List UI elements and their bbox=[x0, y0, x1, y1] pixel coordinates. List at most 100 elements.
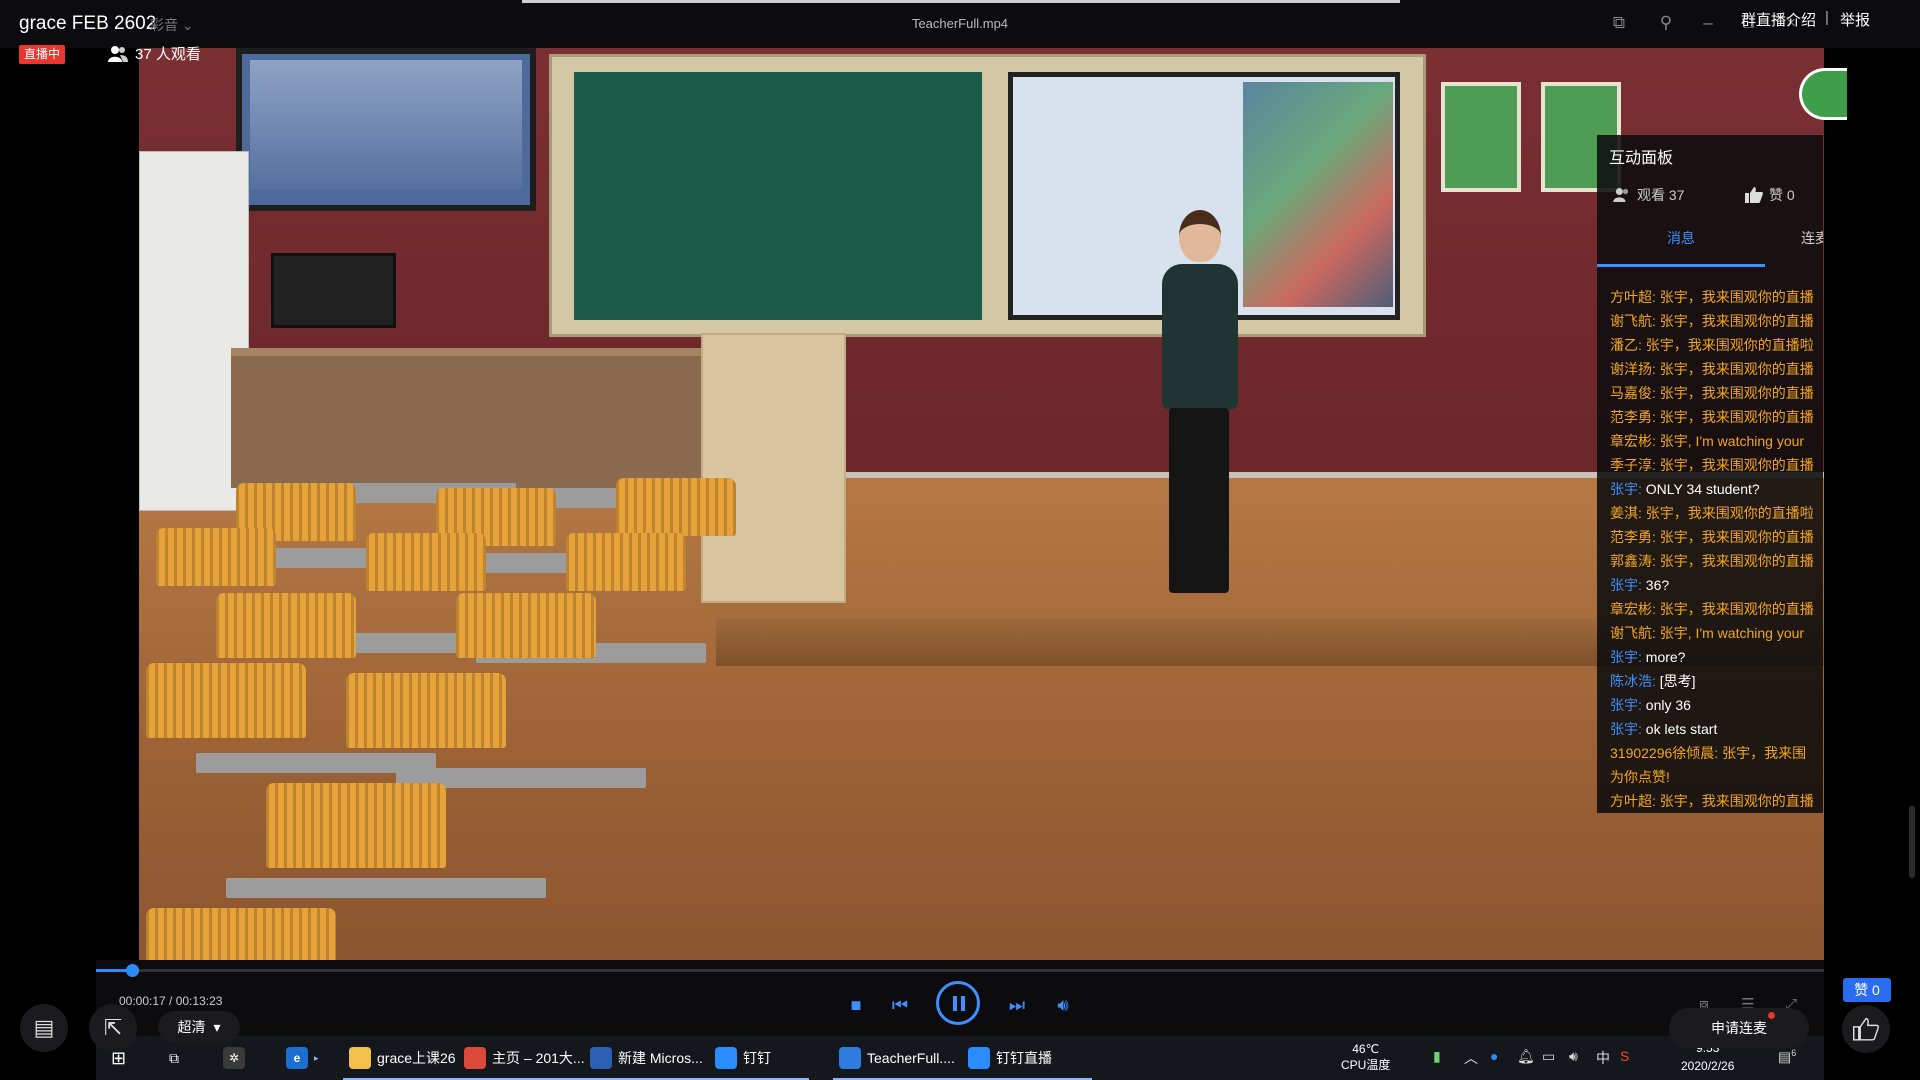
message-author: 季子淳: bbox=[1610, 457, 1656, 473]
action-center-icon[interactable]: ▤6 bbox=[1778, 1048, 1796, 1066]
taskbar-app-label: 钉钉直播 bbox=[996, 1050, 1052, 1066]
message-text: 张宇，我来围观你的直播 bbox=[1659, 793, 1814, 809]
message-text: 张宇，我来围观你的直播 bbox=[1659, 457, 1814, 473]
message-text: 张宇，我来围 bbox=[1722, 745, 1807, 761]
like-count-badge: 赞 0 bbox=[1843, 978, 1891, 1002]
message-text: ONLY 34 student? bbox=[1645, 481, 1760, 497]
sogou-icon[interactable]: S bbox=[1620, 1048, 1629, 1064]
video-left-edge bbox=[96, 48, 139, 972]
seek-bar[interactable] bbox=[96, 969, 1824, 972]
thumbs-up-icon bbox=[1745, 187, 1763, 203]
network-icon[interactable]: ▭ bbox=[1542, 1048, 1555, 1065]
message-text: more? bbox=[1645, 649, 1686, 665]
message-author: 郭鑫涛: bbox=[1610, 553, 1656, 569]
student-table bbox=[226, 878, 546, 898]
notification-count: 6 bbox=[1791, 1048, 1797, 1058]
message-author: 潘乙: bbox=[1610, 337, 1642, 353]
message-text: only 36 bbox=[1645, 697, 1691, 713]
student-chair bbox=[566, 533, 686, 591]
message-text: 张宇，我来围观你的直播 bbox=[1659, 409, 1814, 425]
window-title-strip bbox=[522, 0, 1400, 3]
chat-message: 谢飞航: 张宇，我来围观你的直播 bbox=[1610, 309, 1823, 333]
tray-expand-icon[interactable]: ︿ bbox=[1464, 1048, 1478, 1068]
group-logo-icon[interactable] bbox=[1799, 68, 1847, 120]
next-icon[interactable]: ⏭ bbox=[1006, 994, 1028, 1016]
ime-indicator[interactable]: 中 bbox=[1596, 1048, 1610, 1068]
chat-message: 张宇: ONLY 34 student? bbox=[1610, 477, 1823, 501]
dingtalk-live-icon bbox=[968, 1047, 990, 1069]
folder-icon bbox=[349, 1047, 371, 1069]
minimize-icon[interactable]: – bbox=[1697, 12, 1719, 34]
expand-icon: ▸ bbox=[314, 1052, 319, 1063]
dingtalk-tray-icon[interactable]: ● bbox=[1490, 1048, 1498, 1064]
previous-icon[interactable]: ⏮ bbox=[889, 994, 911, 1016]
cpu-temp-label: CPU温度 bbox=[1341, 1058, 1391, 1072]
student-chair bbox=[366, 533, 486, 591]
green-board bbox=[574, 72, 982, 320]
teacher-body bbox=[1162, 264, 1238, 409]
message-text: 张宇，我来围观你的直播啦 bbox=[1645, 337, 1814, 353]
viewer-count-text: 37 人观看 bbox=[135, 46, 201, 63]
teacher-head bbox=[1179, 210, 1221, 262]
live-badge: 直播中 bbox=[19, 45, 65, 64]
interaction-panel: 互动面板 观看 37 赞 0 消息 连麦 方叶超: 张宇，我来围观你的直播 谢飞航… bbox=[1597, 135, 1823, 813]
report-link[interactable]: 举报 bbox=[1840, 9, 1870, 30]
picture-in-picture-icon[interactable]: ⧉ bbox=[1608, 12, 1630, 34]
message-author: 马嘉俊: bbox=[1610, 385, 1656, 401]
message-text: 张宇，我来围观你的直播 bbox=[1659, 553, 1814, 569]
video-frame[interactable] bbox=[96, 48, 1824, 972]
like-button[interactable] bbox=[1842, 1005, 1890, 1053]
request-mic-button[interactable]: 申请连麦 bbox=[1669, 1008, 1809, 1048]
chat-message: 郭鑫涛: 张宇，我来围观你的直播 bbox=[1610, 549, 1823, 573]
notes-button[interactable]: ▤ bbox=[20, 1004, 68, 1052]
message-author: 方叶超: bbox=[1610, 289, 1656, 305]
viewers-icon bbox=[1613, 188, 1629, 202]
seek-knob[interactable] bbox=[126, 964, 140, 977]
taskbar-app[interactable]: TeacherFull.... bbox=[833, 1036, 983, 1080]
student-chair bbox=[456, 593, 596, 658]
speaker-icon[interactable]: 🔊︎ bbox=[1569, 1048, 1578, 1065]
chat-message: 季子淳: 张宇，我来围观你的直播 bbox=[1610, 453, 1823, 477]
tab-messages[interactable]: 消息 bbox=[1597, 228, 1765, 248]
file-title: TeacherFull.mp4 bbox=[911, 16, 1009, 31]
player-icon bbox=[839, 1047, 861, 1069]
battery-icon[interactable]: ▮ bbox=[1433, 1048, 1441, 1065]
tv-screen bbox=[250, 60, 522, 190]
quality-select[interactable]: 超清 ▾ bbox=[158, 1011, 240, 1043]
message-author: 范李勇: bbox=[1610, 529, 1656, 545]
student-chair bbox=[216, 593, 356, 658]
chat-message: 谢洋扬: 张宇，我来围观你的直播 bbox=[1610, 357, 1823, 381]
chrome-icon bbox=[464, 1047, 486, 1069]
message-author: 张宇: bbox=[1610, 721, 1642, 737]
message-author: 张宇: bbox=[1610, 649, 1642, 665]
chat-message: 谢飞航: 张宇, I'm watching your bbox=[1610, 621, 1823, 645]
taskbar-app[interactable]: 钉钉直播 bbox=[962, 1036, 1092, 1080]
notification-bell-icon[interactable]: 🔔︎ bbox=[1517, 1048, 1535, 1065]
windows-taskbar: ⊞ ⧉ ✲ e▸ e grace上课26主页 – 201大...新建 Micro… bbox=[96, 1036, 1824, 1080]
message-author: 姜淇: bbox=[1610, 505, 1642, 521]
pause-button[interactable] bbox=[936, 981, 980, 1025]
stop-icon[interactable]: ■ bbox=[845, 994, 867, 1016]
chat-message: 方叶超: 张宇，我来围观你的直播 bbox=[1610, 789, 1823, 813]
screen-image bbox=[1243, 82, 1393, 307]
share-button[interactable]: ⇱ bbox=[89, 1004, 137, 1052]
volume-icon[interactable]: 🔊︎ bbox=[1052, 994, 1074, 1016]
pinwheel-icon: ✲ bbox=[223, 1047, 245, 1069]
message-author: 谢飞航: bbox=[1610, 625, 1656, 641]
panel-viewers-text: 观看 37 bbox=[1637, 187, 1685, 203]
pin-icon[interactable]: ⚲ bbox=[1655, 12, 1677, 34]
group-live-intro-link[interactable]: 群直播介绍 bbox=[1741, 9, 1816, 30]
message-list[interactable]: 方叶超: 张宇，我来围观你的直播 谢飞航: 张宇，我来围观你的直播 潘乙: 张宇，我… bbox=[1610, 285, 1823, 813]
message-author: 章宏彬: bbox=[1610, 433, 1656, 449]
message-text: 张宇，我来围观你的直播 bbox=[1659, 313, 1814, 329]
mic-request-dot bbox=[1768, 1012, 1775, 1019]
chat-message: 张宇: more? bbox=[1610, 645, 1823, 669]
tab-mic[interactable]: 连麦 bbox=[1801, 228, 1823, 248]
taskbar-app[interactable]: 钉钉 bbox=[709, 1036, 809, 1080]
chat-message: 31902296徐倾晨: 张宇，我来围 bbox=[1610, 741, 1823, 765]
scrollbar-thumb[interactable] bbox=[1909, 806, 1915, 878]
message-text: [思考] bbox=[1659, 673, 1696, 689]
taskbar-app[interactable]: e ▸ bbox=[286, 1036, 319, 1080]
chat-message: 潘乙: 张宇，我来围观你的直播啦 bbox=[1610, 333, 1823, 357]
top-bar: grace FEB 2602 彩音 ⌄ TeacherFull.mp4 ⧉ ⚲ … bbox=[0, 0, 1920, 48]
